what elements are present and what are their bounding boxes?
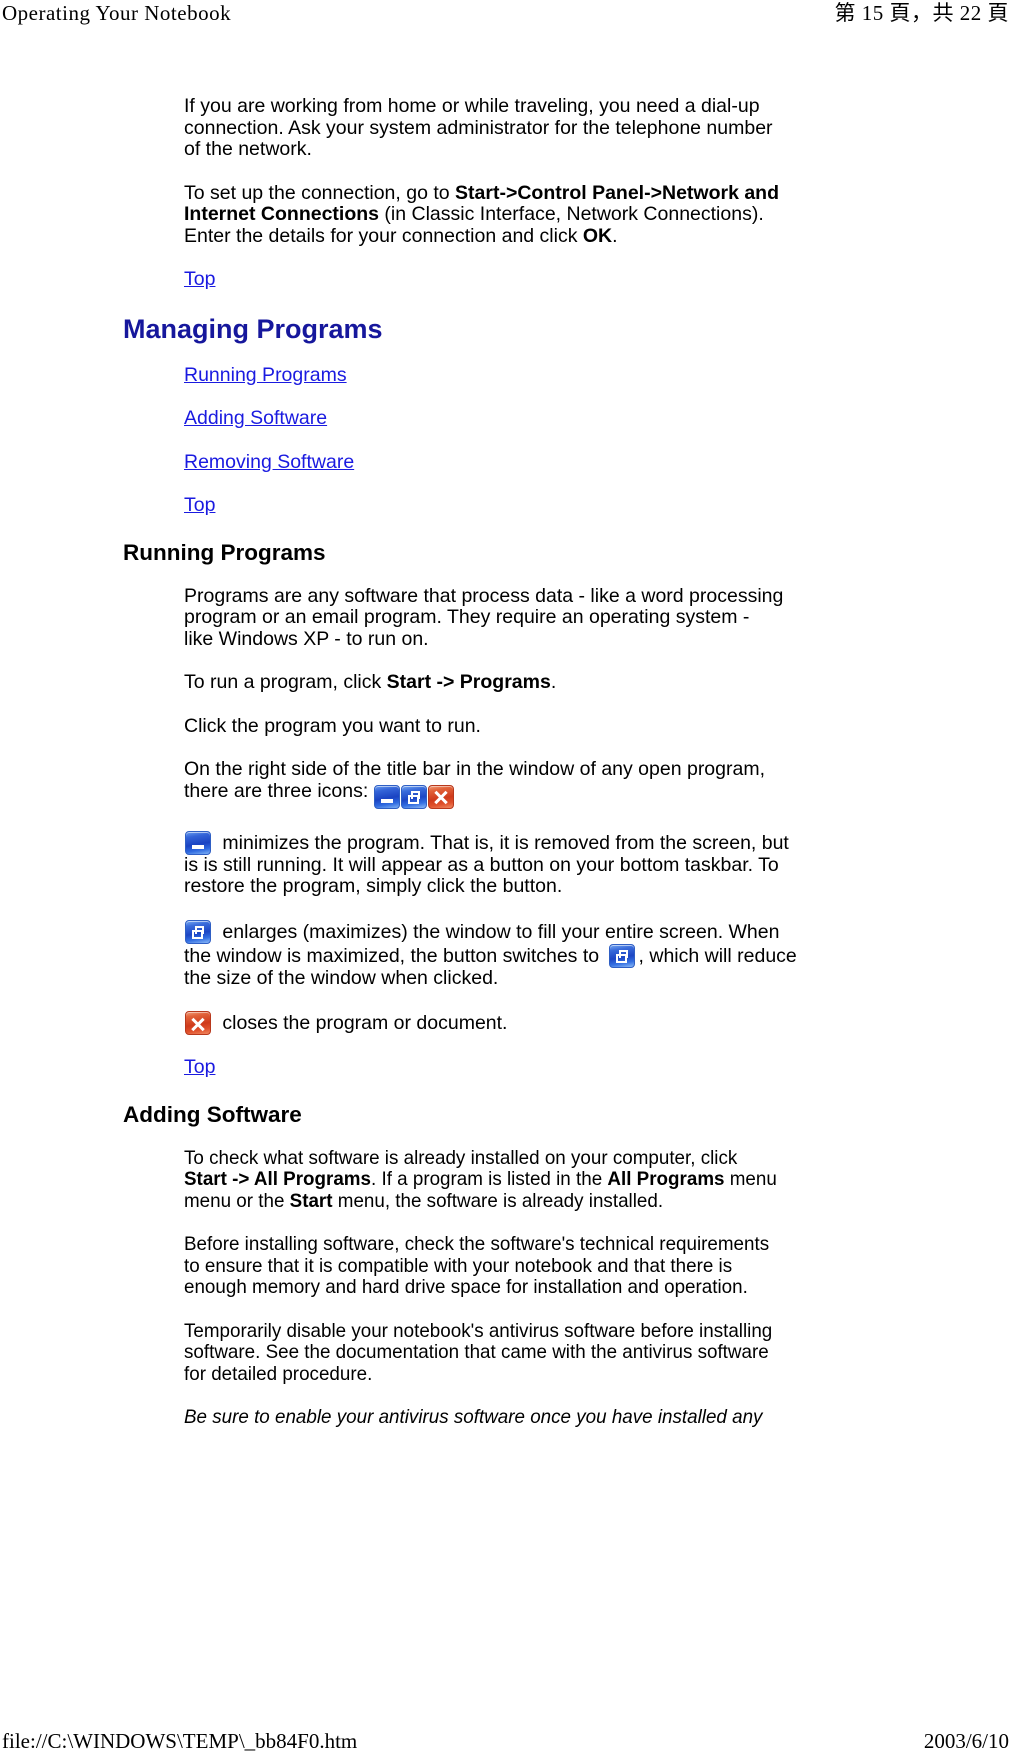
link-adding-software[interactable]: Adding Software (184, 407, 327, 429)
print-footer-date: 2003/6/10 (924, 1728, 1013, 1754)
minimize-description-text: minimizes the program. That is, it is re… (184, 832, 789, 898)
intro-section: If you are working from home or while tr… (184, 96, 983, 291)
top-link-row-2: Top (184, 495, 983, 517)
top-link[interactable]: Top (184, 494, 215, 516)
window-close-icon (428, 785, 454, 809)
check-bold-all-programs: All Programs (607, 1168, 724, 1190)
setup-text-1: To set up the connection, go to (184, 182, 455, 204)
paragraph-titlebar-icons: On the right side of the title bar in th… (184, 759, 799, 809)
window-restore-icon (609, 944, 635, 968)
paragraph-minimize-description: minimizes the program. That is, it is re… (184, 831, 799, 898)
top-link-row-1: Top (184, 269, 983, 291)
window-minimize-icon (374, 785, 400, 809)
paragraph-before-installing: Before installing software, check the so… (184, 1234, 777, 1299)
paragraph-antivirus: Temporarily disable your notebook's anti… (184, 1321, 777, 1386)
paragraph-maximize-description: enlarges (maximizes) the window to fill … (184, 920, 799, 990)
window-maximize-icon (401, 785, 427, 809)
check-bold-start-all-programs: Start -> All Programs (184, 1168, 371, 1190)
running-programs-section: Running Programs (123, 539, 1013, 566)
adding-software-section: Adding Software (123, 1101, 1013, 1128)
link-row-removing-software: Removing Software (184, 452, 983, 474)
link-running-programs[interactable]: Running Programs (184, 364, 347, 386)
paragraph-program-definition: Programs are any software that process d… (184, 586, 784, 651)
paragraph-italic-note: Be sure to enable your antivirus softwar… (184, 1407, 777, 1429)
setup-bold-ok: OK (583, 225, 612, 247)
run-text-1: To run a program, click (184, 671, 387, 693)
top-link[interactable]: Top (184, 1056, 215, 1078)
print-header-page-indicator: 第 15 頁，共 22 頁 (835, 0, 1013, 26)
running-programs-body: Programs are any software that process d… (184, 586, 983, 1079)
window-minimize-icon (185, 831, 211, 855)
italic-note-text: Be sure to enable your antivirus softwar… (184, 1406, 762, 1428)
titlebar-text: On the right side of the title bar in th… (184, 758, 765, 802)
top-link[interactable]: Top (184, 268, 215, 290)
check-text-1: To check what software is already instal… (184, 1147, 737, 1169)
close-description-text: closes the program or document. (217, 1012, 507, 1034)
print-header-title: Operating Your Notebook (0, 0, 231, 26)
window-maximize-icon (185, 920, 211, 944)
heading-managing-programs: Managing Programs (123, 313, 1013, 345)
managing-programs-section: Managing Programs (123, 313, 1013, 345)
window-close-icon (185, 1011, 211, 1035)
heading-running-programs: Running Programs (123, 539, 1013, 566)
run-text-2: . (551, 671, 556, 693)
print-header: Operating Your Notebook 第 15 頁，共 22 頁 (0, 0, 1013, 34)
link-row-adding-software: Adding Software (184, 408, 983, 430)
paragraph-check-installed: To check what software is already instal… (184, 1148, 777, 1213)
adding-software-body: To check what software is already instal… (184, 1148, 983, 1429)
setup-text-3: . (612, 225, 617, 247)
paragraph-run-program: To run a program, click Start -> Program… (184, 672, 784, 694)
paragraph-dialup: If you are working from home or while tr… (184, 96, 784, 161)
link-removing-software[interactable]: Removing Software (184, 451, 354, 473)
link-row-running-programs: Running Programs (184, 365, 983, 387)
paragraph-setup-connection: To set up the connection, go to Start->C… (184, 183, 784, 248)
document-content: If you are working from home or while tr… (0, 96, 1013, 1451)
print-footer-file-path: file://C:\WINDOWS\TEMP\_bb84F0.htm (0, 1728, 357, 1754)
paragraph-close-description: closes the program or document. (184, 1011, 799, 1035)
top-link-row-3: Top (184, 1057, 983, 1079)
window-controls-group (374, 785, 455, 809)
managing-programs-links: Running Programs Adding Software Removin… (184, 365, 983, 517)
check-text-4: menu, the software is already installed. (333, 1190, 664, 1212)
heading-adding-software: Adding Software (123, 1101, 1013, 1128)
run-bold-start-programs: Start -> Programs (387, 671, 551, 693)
check-bold-start: Start (290, 1190, 333, 1212)
paragraph-click-program: Click the program you want to run. (184, 716, 784, 738)
check-text-2: . If a program is listed in the (371, 1168, 607, 1190)
